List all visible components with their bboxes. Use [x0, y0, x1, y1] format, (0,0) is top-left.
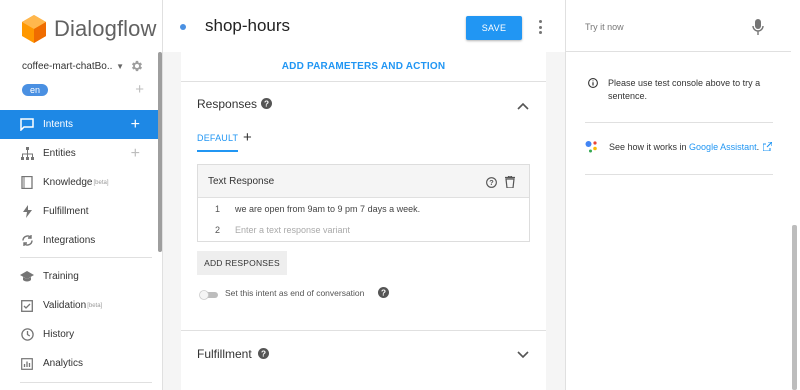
end-conversation-label: Set this intent as end of conversation	[225, 288, 365, 298]
sidebar-item-label: Fulfillment	[43, 206, 89, 217]
text-response-header: Text Response ?	[198, 165, 529, 198]
dialogflow-logo-icon	[22, 15, 46, 43]
gear-icon[interactable]	[130, 59, 144, 73]
try-it-input[interactable]: Try it now	[585, 22, 624, 32]
agent-name: coffee-mart-chatBo...	[22, 60, 113, 72]
help-icon[interactable]: ?	[378, 287, 389, 298]
parameters-card: ADD PARAMETERS AND ACTION	[181, 52, 546, 82]
svg-text:?: ?	[261, 350, 266, 359]
sidebar-item-validation[interactable]: Validation [beta]	[0, 291, 158, 320]
google-assistant-icon	[585, 141, 597, 153]
book-icon	[20, 176, 34, 190]
svg-text:?: ?	[489, 178, 494, 187]
fulfillment-title: Fulfillment	[197, 347, 252, 361]
test-console: Try it now Please use test console above…	[565, 0, 800, 390]
google-assistant-link[interactable]: Google Assistant	[689, 142, 757, 152]
add-parameters-link[interactable]: ADD PARAMETERS AND ACTION	[282, 61, 446, 72]
try-it-bar: Try it now	[566, 0, 791, 52]
help-icon[interactable]: ?	[258, 348, 269, 359]
console-divider	[585, 174, 773, 175]
help-icon[interactable]: ?	[261, 98, 272, 109]
sidebar-item-label: Entities	[43, 148, 76, 159]
sidebar-item-label: History	[43, 329, 75, 340]
external-link-icon[interactable]	[763, 142, 773, 151]
info-icon	[588, 78, 598, 88]
sidebar-item-label: Integrations	[43, 235, 96, 246]
sidebar-item-history[interactable]: History	[0, 320, 158, 349]
responses-title: Responses	[197, 97, 258, 111]
help-icon[interactable]: ?	[486, 177, 497, 188]
sidebar-item-fulfillment[interactable]: Fulfillment	[0, 197, 158, 226]
intent-status-dot	[180, 24, 186, 30]
intent-editor: shop-hours SAVE ADD PARAMETERS AND ACTIO…	[163, 0, 565, 390]
sidebar-item-label: Knowledge	[43, 177, 93, 188]
caret-down-icon: ▼	[116, 61, 124, 71]
clock-icon	[20, 328, 34, 342]
svg-text:?: ?	[381, 289, 386, 298]
ga-prefix: See how it works in	[609, 141, 690, 152]
google-assistant-row: See how it works in Google Assistant .	[585, 140, 773, 153]
agent-selector[interactable]: coffee-mart-chatBo... ▼	[22, 59, 144, 73]
add-intent-icon[interactable]: +	[131, 116, 140, 133]
intent-name[interactable]: shop-hours	[205, 16, 290, 36]
sidebar-divider	[20, 257, 152, 258]
add-entity-icon[interactable]: +	[131, 145, 140, 162]
console-scrollbar[interactable]	[792, 225, 797, 390]
text-response-block: Text Response ? 1 we are open from 9am t…	[197, 164, 530, 242]
end-conversation-toggle[interactable]	[199, 290, 219, 300]
sidebar-item-entities[interactable]: Entities +	[0, 139, 158, 168]
response-text[interactable]: we are open from 9am to 9 pm 7 days a we…	[235, 204, 420, 214]
row-number: 2	[214, 225, 220, 235]
logo[interactable]: Dialogflow	[22, 14, 157, 44]
hierarchy-icon	[20, 147, 34, 161]
sidebar: Dialogflow coffee-mart-chatBo... ▼ en + …	[0, 0, 163, 390]
sidebar-item-label: Analytics	[43, 358, 84, 369]
sidebar-item-label: Validation	[43, 300, 87, 311]
language-row: en +	[22, 82, 144, 97]
sidebar-item-label: Training	[43, 271, 79, 282]
sidebar-scrollbar[interactable]	[158, 52, 162, 252]
sidebar-item-analytics[interactable]: Analytics	[0, 349, 158, 378]
sidebar-item-training[interactable]: Training	[0, 262, 158, 291]
response-variant-input[interactable]: Enter a text response variant	[235, 225, 350, 235]
more-options-icon[interactable]	[537, 20, 543, 34]
checkbox-icon	[20, 299, 34, 313]
add-language-icon[interactable]: +	[135, 82, 144, 97]
svg-text:?: ?	[264, 100, 269, 109]
beta-badge: [beta]	[93, 179, 109, 186]
chevron-up-icon[interactable]	[517, 102, 529, 110]
responses-card: Responses ? DEFAULT + Text Response ? 1 …	[181, 82, 546, 331]
sync-icon	[20, 234, 34, 248]
add-responses-button[interactable]: ADD RESPONSES	[197, 251, 287, 275]
fulfillment-card: Fulfillment ?	[181, 331, 546, 390]
sidebar-divider	[20, 382, 152, 383]
microphone-icon[interactable]	[752, 19, 764, 35]
sidebar-item-integrations[interactable]: Integrations	[0, 226, 158, 255]
brand-name: Dialogflow	[54, 16, 157, 41]
add-tab-icon[interactable]: +	[243, 129, 252, 146]
chevron-down-icon[interactable]	[517, 351, 529, 359]
graduation-cap-icon	[20, 270, 34, 284]
intent-header: shop-hours SAVE	[163, 0, 565, 52]
beta-badge: [beta]	[87, 302, 103, 309]
response-row[interactable]: 1 we are open from 9am to 9 pm 7 days a …	[198, 199, 529, 219]
text-response-title: Text Response	[208, 176, 275, 187]
trash-icon[interactable]	[505, 176, 515, 188]
lightning-icon	[20, 205, 34, 219]
row-number: 1	[214, 204, 220, 214]
response-row[interactable]: 2 Enter a text response variant	[198, 220, 529, 240]
sidebar-item-knowledge[interactable]: Knowledge [beta]	[0, 168, 158, 197]
language-pill[interactable]: en	[22, 83, 49, 96]
bar-chart-icon	[20, 357, 34, 371]
sidebar-item-intents[interactable]: Intents +	[0, 110, 158, 139]
tab-default[interactable]: DEFAULT	[197, 133, 239, 152]
ga-suffix: .	[756, 141, 760, 152]
chat-bubble-icon	[20, 118, 34, 132]
console-info: Please use test console above to try a s…	[588, 77, 778, 103]
console-info-text: Please use test console above to try a s…	[608, 78, 761, 102]
save-button[interactable]: SAVE	[466, 16, 522, 40]
console-divider	[585, 122, 773, 123]
sidebar-item-label: Intents	[43, 119, 74, 130]
